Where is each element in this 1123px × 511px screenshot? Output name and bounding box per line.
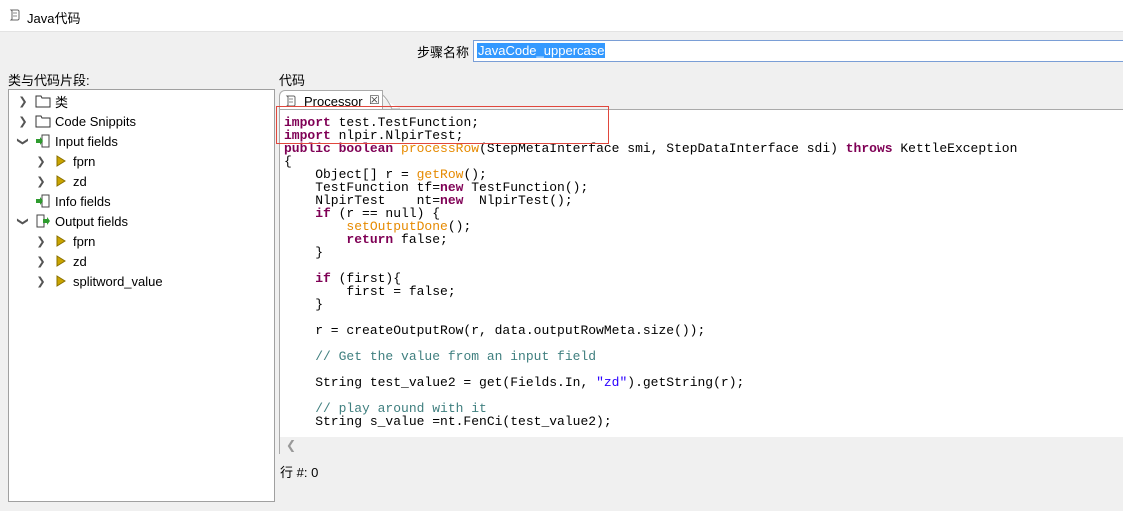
chevron-right-icon[interactable]: ❯ — [35, 235, 47, 248]
tree-item-info-fields[interactable]: Info fields — [17, 191, 111, 211]
chevron-right-icon[interactable]: ❯ — [17, 115, 29, 128]
step-name-label: 步骤名称 — [417, 45, 470, 60]
window-title: Java代码 — [27, 11, 81, 26]
chevron-right-icon[interactable]: ❯ — [35, 175, 47, 188]
tree-item-output-zd[interactable]: ❯ zd — [35, 251, 87, 271]
chevron-right-icon[interactable]: ❯ — [35, 155, 47, 168]
tree-item-label: fprn — [73, 233, 96, 249]
chevron-down-icon[interactable]: ❯ — [17, 135, 30, 147]
folder-icon — [35, 115, 51, 128]
title-bar: Java代码 — [0, 0, 1123, 32]
snippets-tree[interactable]: ❯ 类 ❯ Code Snippits ❯ Input fields ❯ fpr… — [8, 89, 275, 502]
tree-item-label: zd — [73, 253, 87, 269]
tree-item-label: splitword_value — [73, 273, 163, 289]
tree-item-code-snippits[interactable]: ❯ Code Snippits — [17, 111, 136, 131]
code-line: String s_value =nt.FenCi(test_value2); — [284, 414, 612, 429]
code-line: String test_value2 = get(Fields.In, "zd"… — [284, 375, 745, 390]
chevron-right-icon[interactable]: ❯ — [35, 255, 47, 268]
script-icon — [9, 9, 20, 21]
code-line: } — [284, 297, 324, 312]
import-highlight-box — [276, 106, 609, 144]
info-fields-icon — [36, 194, 50, 208]
scroll-left-icon[interactable]: ❮ — [286, 438, 296, 452]
step-name-input[interactable]: JavaCode_uppercase — [473, 40, 1123, 62]
output-fields-icon — [36, 214, 50, 228]
code-line: // Get the value from an input field — [315, 349, 597, 364]
chevron-right-icon[interactable]: ❯ — [17, 95, 29, 108]
chevron-right-icon[interactable]: ❯ — [35, 275, 47, 288]
field-arrow-icon — [56, 255, 66, 267]
horizontal-scrollbar[interactable]: ❮ — [279, 437, 1123, 454]
tree-item-output-fields[interactable]: ❯ Output fields — [17, 211, 129, 231]
code-label: 代码 — [279, 73, 306, 88]
tree-item-label: 类 — [55, 94, 69, 110]
step-name-value: JavaCode_uppercase — [477, 43, 606, 58]
code-line: r = createOutputRow(r, data.outputRowMet… — [284, 323, 706, 338]
tree-item-output-fprn[interactable]: ❯ fprn — [35, 231, 95, 251]
folder-icon — [35, 95, 51, 108]
tree-item-label: Input fields — [55, 133, 118, 149]
tree-item-classes[interactable]: ❯ 类 — [17, 91, 68, 111]
tree-item-input-fprn[interactable]: ❯ fprn — [35, 151, 95, 171]
field-arrow-icon — [56, 275, 66, 287]
classes-snippets-label: 类与代码片段: — [8, 73, 90, 88]
code-line: } — [284, 245, 324, 260]
tree-item-label: Code Snippits — [55, 113, 136, 129]
tree-item-input-fields[interactable]: ❯ Input fields — [17, 131, 118, 151]
tree-item-label: Info fields — [55, 193, 111, 209]
chevron-down-icon[interactable]: ❯ — [17, 215, 30, 227]
tree-item-label: zd — [73, 173, 87, 189]
tree-item-input-zd[interactable]: ❯ zd — [35, 171, 87, 191]
input-fields-icon — [36, 134, 50, 148]
field-arrow-icon — [56, 235, 66, 247]
tree-item-label: fprn — [73, 153, 96, 169]
field-arrow-icon — [56, 155, 66, 167]
tree-item-output-splitword-value[interactable]: ❯ splitword_value — [35, 271, 163, 291]
code-editor[interactable]: import test.TestFunction; import nlpir.N… — [279, 109, 1123, 437]
row-indicator: 行 #: 0 — [280, 465, 319, 480]
field-arrow-icon — [56, 175, 66, 187]
close-icon[interactable]: ☒ — [369, 93, 380, 107]
tree-item-label: Output fields — [55, 213, 128, 229]
